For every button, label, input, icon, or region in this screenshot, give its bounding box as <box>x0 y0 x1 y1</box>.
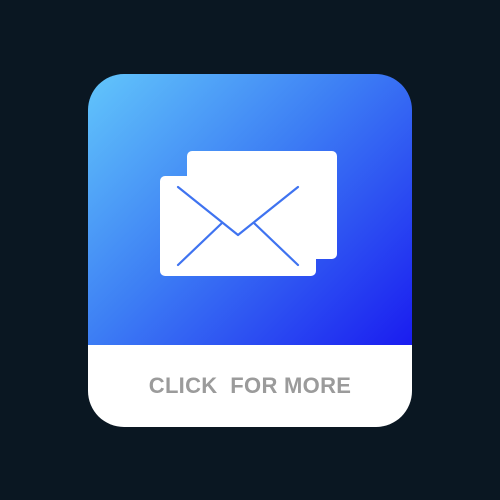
page-canvas: CLICK FOR MORE <box>0 0 500 500</box>
click-for-more-label[interactable]: CLICK FOR MORE <box>88 345 412 427</box>
app-icon-tile[interactable]: CLICK FOR MORE <box>88 74 412 427</box>
mail-icon <box>160 151 337 276</box>
icon-area <box>88 74 412 345</box>
cta-footer[interactable]: CLICK FOR MORE <box>88 345 412 427</box>
